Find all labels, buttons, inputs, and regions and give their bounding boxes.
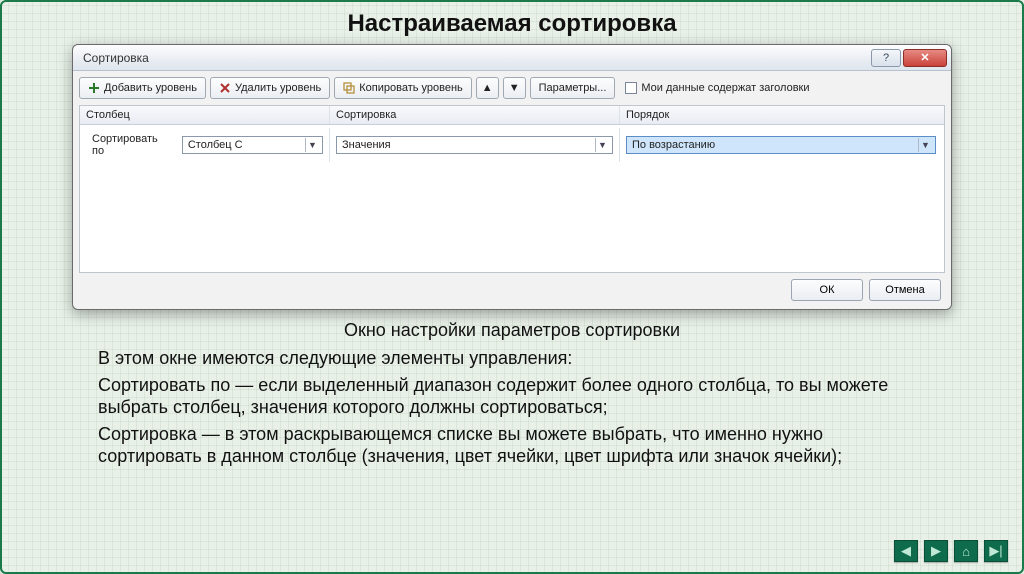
triangle-right-icon: ▶ bbox=[931, 543, 941, 559]
screenshot-caption: Окно настройки параметров сортировки bbox=[2, 320, 1022, 341]
headers-checkbox[interactable]: Мои данные содержат заголовки bbox=[625, 82, 809, 94]
close-button[interactable]: ✕ bbox=[903, 49, 947, 67]
chevron-down-icon: ▼ bbox=[595, 138, 609, 152]
cancel-button[interactable]: Отмена bbox=[869, 279, 941, 301]
add-level-button[interactable]: Добавить уровень bbox=[79, 77, 206, 99]
help-button[interactable]: ? bbox=[871, 49, 901, 67]
move-down-button[interactable]: ▼ bbox=[503, 77, 526, 99]
nav-next-button[interactable]: ▶ bbox=[924, 540, 948, 562]
sort-row-label: Сортировать по bbox=[86, 131, 178, 159]
home-icon: ⌂ bbox=[962, 544, 970, 559]
add-level-icon bbox=[88, 82, 100, 94]
delete-level-icon bbox=[219, 82, 231, 94]
order-combobox[interactable]: По возрастанию ▼ bbox=[626, 136, 936, 154]
sort-grid: Столбец Сортировка Порядок Сортировать п… bbox=[79, 105, 945, 273]
delete-level-label: Удалить уровень bbox=[235, 82, 321, 94]
copy-level-icon bbox=[343, 82, 355, 94]
slide-nav: ◀ ▶ ⌂ ▶| bbox=[894, 540, 1008, 562]
nav-home-button[interactable]: ⌂ bbox=[954, 540, 978, 562]
paragraph: В этом окне имеются следующие элементы у… bbox=[98, 347, 926, 370]
triangle-right-bar-icon: ▶| bbox=[989, 543, 1002, 559]
chevron-down-icon: ▼ bbox=[509, 82, 520, 94]
column-combobox-value: Столбец C bbox=[188, 139, 243, 151]
nav-end-button[interactable]: ▶| bbox=[984, 540, 1008, 562]
sort-row: Сортировать по Столбец C ▼ Значения ▼ По… bbox=[80, 125, 944, 165]
close-icon: ✕ bbox=[920, 51, 929, 64]
ok-button[interactable]: ОК bbox=[791, 279, 863, 301]
sort-on-combobox-value: Значения bbox=[342, 139, 391, 151]
paragraph: Сортировка — в этом раскрывающемся списк… bbox=[98, 423, 926, 468]
sort-dialog: Сортировка ? ✕ Добавить уровень Удалить … bbox=[72, 44, 952, 310]
options-label: Параметры... bbox=[539, 82, 607, 94]
chevron-down-icon: ▼ bbox=[918, 138, 932, 152]
toolbar: Добавить уровень Удалить уровень Копиров… bbox=[79, 77, 945, 99]
paragraph: Сортировать по — если выделенный диапазо… bbox=[98, 374, 926, 419]
options-button[interactable]: Параметры... bbox=[530, 77, 616, 99]
copy-level-label: Копировать уровень bbox=[359, 82, 463, 94]
header-column: Столбец bbox=[80, 106, 330, 124]
slide-title: Настраиваемая сортировка bbox=[2, 10, 1022, 38]
sort-on-combobox[interactable]: Значения ▼ bbox=[336, 136, 613, 154]
grid-header-row: Столбец Сортировка Порядок bbox=[80, 106, 944, 125]
ok-label: ОК bbox=[820, 284, 835, 296]
headers-checkbox-label: Мои данные содержат заголовки bbox=[641, 82, 809, 94]
cancel-label: Отмена bbox=[885, 284, 924, 296]
add-level-label: Добавить уровень bbox=[104, 82, 197, 94]
chevron-down-icon: ▼ bbox=[305, 138, 319, 152]
triangle-left-icon: ◀ bbox=[901, 543, 911, 559]
chevron-up-icon: ▲ bbox=[482, 82, 493, 94]
dialog-titlebar: Сортировка ? ✕ bbox=[73, 45, 951, 71]
delete-level-button[interactable]: Удалить уровень bbox=[210, 77, 330, 99]
header-order: Порядок bbox=[620, 106, 944, 124]
order-combobox-value: По возрастанию bbox=[632, 139, 715, 151]
dialog-footer: ОК Отмена bbox=[79, 273, 945, 303]
help-icon: ? bbox=[883, 52, 889, 64]
column-combobox[interactable]: Столбец C ▼ bbox=[182, 136, 323, 154]
header-sort: Сортировка bbox=[330, 106, 620, 124]
dialog-body: Добавить уровень Удалить уровень Копиров… bbox=[73, 71, 951, 309]
checkbox-box-icon bbox=[625, 82, 637, 94]
nav-prev-button[interactable]: ◀ bbox=[894, 540, 918, 562]
copy-level-button[interactable]: Копировать уровень bbox=[334, 77, 472, 99]
move-up-button[interactable]: ▲ bbox=[476, 77, 499, 99]
dialog-title-text: Сортировка bbox=[83, 51, 149, 65]
